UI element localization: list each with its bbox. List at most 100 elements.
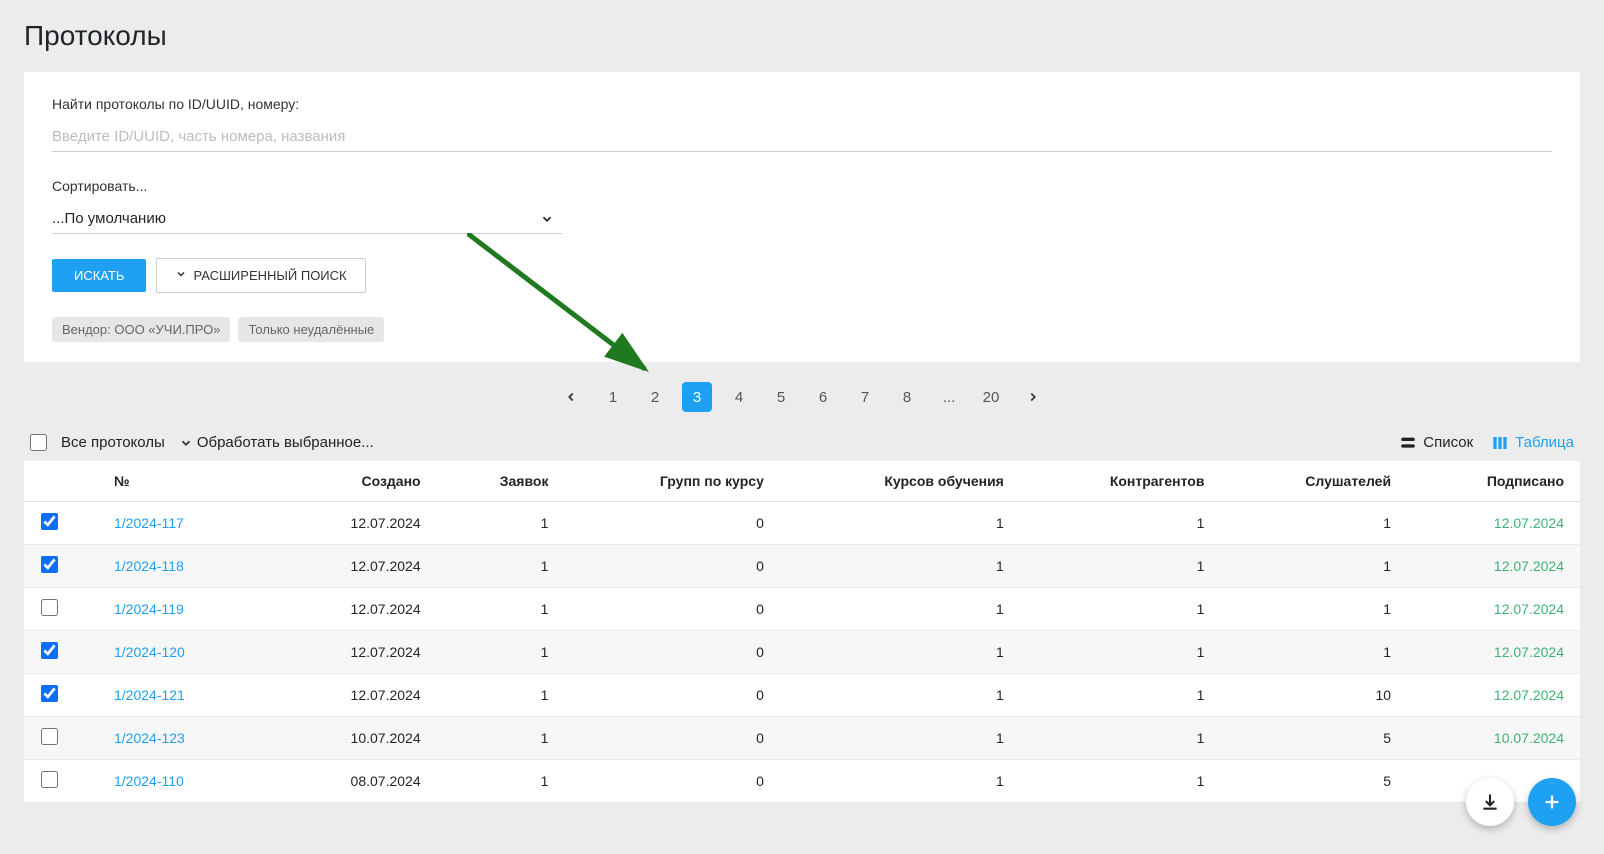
cell-counterparties: 1 (1020, 545, 1221, 588)
row-checkbox[interactable] (41, 728, 58, 745)
cell-created: 08.07.2024 (275, 760, 437, 803)
view-table-label: Таблица (1515, 434, 1574, 451)
cell-requests: 1 (437, 631, 565, 674)
table-row: 1/2024-11812.07.20241011112.07.2024 (24, 545, 1580, 588)
pagination: 12345678... 20 (24, 382, 1580, 412)
cell-created: 12.07.2024 (275, 631, 437, 674)
page-4[interactable]: 4 (724, 382, 754, 412)
page-20[interactable]: 20 (976, 382, 1006, 412)
table-icon (1491, 435, 1509, 451)
cell-signed: 10.07.2024 (1407, 717, 1580, 760)
filter-chip[interactable]: Только неудалённые (238, 317, 384, 342)
cell-requests: 1 (437, 760, 565, 803)
column-header: Групп по курсу (564, 461, 779, 502)
row-checkbox[interactable] (41, 642, 58, 659)
page-prev[interactable] (556, 382, 586, 412)
download-button[interactable] (1466, 778, 1514, 826)
search-input[interactable] (52, 122, 1552, 152)
cell-counterparties: 1 (1020, 631, 1221, 674)
page-title: Протоколы (24, 20, 1580, 52)
page-8[interactable]: 8 (892, 382, 922, 412)
protocol-link[interactable]: 1/2024-117 (114, 515, 184, 531)
page-6[interactable]: 6 (808, 382, 838, 412)
view-list-label: Список (1423, 434, 1473, 451)
protocols-table: №СозданоЗаявокГрупп по курсуКурсов обуче… (24, 461, 1580, 803)
protocol-link[interactable]: 1/2024-119 (114, 601, 184, 617)
protocol-link[interactable]: 1/2024-118 (114, 558, 184, 574)
add-button[interactable] (1528, 778, 1576, 826)
cell-created: 10.07.2024 (275, 717, 437, 760)
cell-groups: 0 (564, 717, 779, 760)
cell-courses: 1 (780, 717, 1020, 760)
column-header: Подписано (1407, 461, 1580, 502)
cell-listeners: 5 (1220, 717, 1407, 760)
column-header: Курсов обучения (780, 461, 1020, 502)
column-header: Заявок (437, 461, 565, 502)
cell-requests: 1 (437, 674, 565, 717)
page-ellipsis: ... (934, 382, 964, 412)
page-next[interactable] (1018, 382, 1048, 412)
cell-listeners: 1 (1220, 502, 1407, 545)
cell-courses: 1 (780, 631, 1020, 674)
cell-requests: 1 (437, 545, 565, 588)
search-label: Найти протоколы по ID/UUID, номеру: (52, 96, 1552, 112)
cell-counterparties: 1 (1020, 760, 1221, 803)
plus-icon (1541, 791, 1563, 813)
table-row: 1/2024-12012.07.20241011112.07.2024 (24, 631, 1580, 674)
page-3[interactable]: 3 (682, 382, 712, 412)
protocol-link[interactable]: 1/2024-120 (114, 644, 185, 660)
cell-courses: 1 (780, 502, 1020, 545)
table-row: 1/2024-12112.07.202410111012.07.2024 (24, 674, 1580, 717)
cell-requests: 1 (437, 717, 565, 760)
view-table-button[interactable]: Таблица (1491, 434, 1574, 451)
column-header: Слушателей (1220, 461, 1407, 502)
advanced-search-button[interactable]: РАСШИРЕННЫЙ ПОИСК (156, 258, 365, 293)
cell-signed: 12.07.2024 (1407, 674, 1580, 717)
row-checkbox[interactable] (41, 513, 58, 530)
column-header: № (74, 461, 275, 502)
cell-groups: 0 (564, 760, 779, 803)
process-selected-button[interactable]: Обработать выбранное... (179, 434, 374, 451)
cell-groups: 0 (564, 502, 779, 545)
cell-requests: 1 (437, 588, 565, 631)
table-row: 1/2024-11008.07.202410115 (24, 760, 1580, 803)
cell-created: 12.07.2024 (275, 588, 437, 631)
row-checkbox[interactable] (41, 556, 58, 573)
view-list-button[interactable]: Список (1399, 434, 1473, 451)
row-checkbox[interactable] (41, 771, 58, 788)
cell-signed: 12.07.2024 (1407, 631, 1580, 674)
cell-groups: 0 (564, 545, 779, 588)
protocol-link[interactable]: 1/2024-121 (114, 687, 185, 703)
column-header: Создано (275, 461, 437, 502)
cell-counterparties: 1 (1020, 717, 1221, 760)
cell-groups: 0 (564, 631, 779, 674)
cell-signed: 12.07.2024 (1407, 502, 1580, 545)
cell-counterparties: 1 (1020, 502, 1221, 545)
cell-created: 12.07.2024 (275, 674, 437, 717)
cell-created: 12.07.2024 (275, 545, 437, 588)
cell-courses: 1 (780, 674, 1020, 717)
page-1[interactable]: 1 (598, 382, 628, 412)
cell-listeners: 10 (1220, 674, 1407, 717)
cell-groups: 0 (564, 588, 779, 631)
page-5[interactable]: 5 (766, 382, 796, 412)
row-checkbox[interactable] (41, 685, 58, 702)
download-icon (1480, 792, 1500, 812)
select-all-checkbox[interactable] (30, 434, 47, 451)
cell-counterparties: 1 (1020, 588, 1221, 631)
advanced-search-label: РАСШИРЕННЫЙ ПОИСК (193, 268, 346, 283)
filter-chip[interactable]: Вендор: ООО «УЧИ.ПРО» (52, 317, 230, 342)
row-checkbox[interactable] (41, 599, 58, 616)
cell-courses: 1 (780, 545, 1020, 588)
sort-select[interactable]: ...По умолчанию (52, 204, 562, 234)
search-button[interactable]: ИСКАТЬ (52, 259, 146, 292)
page-7[interactable]: 7 (850, 382, 880, 412)
page-2[interactable]: 2 (640, 382, 670, 412)
table-row: 1/2024-11712.07.20241011112.07.2024 (24, 502, 1580, 545)
cell-counterparties: 1 (1020, 674, 1221, 717)
protocol-link[interactable]: 1/2024-123 (114, 730, 185, 746)
cell-signed: 12.07.2024 (1407, 545, 1580, 588)
all-protocols-label: Все протоколы (61, 434, 165, 451)
protocol-link[interactable]: 1/2024-110 (114, 773, 184, 789)
table-row: 1/2024-12310.07.20241011510.07.2024 (24, 717, 1580, 760)
